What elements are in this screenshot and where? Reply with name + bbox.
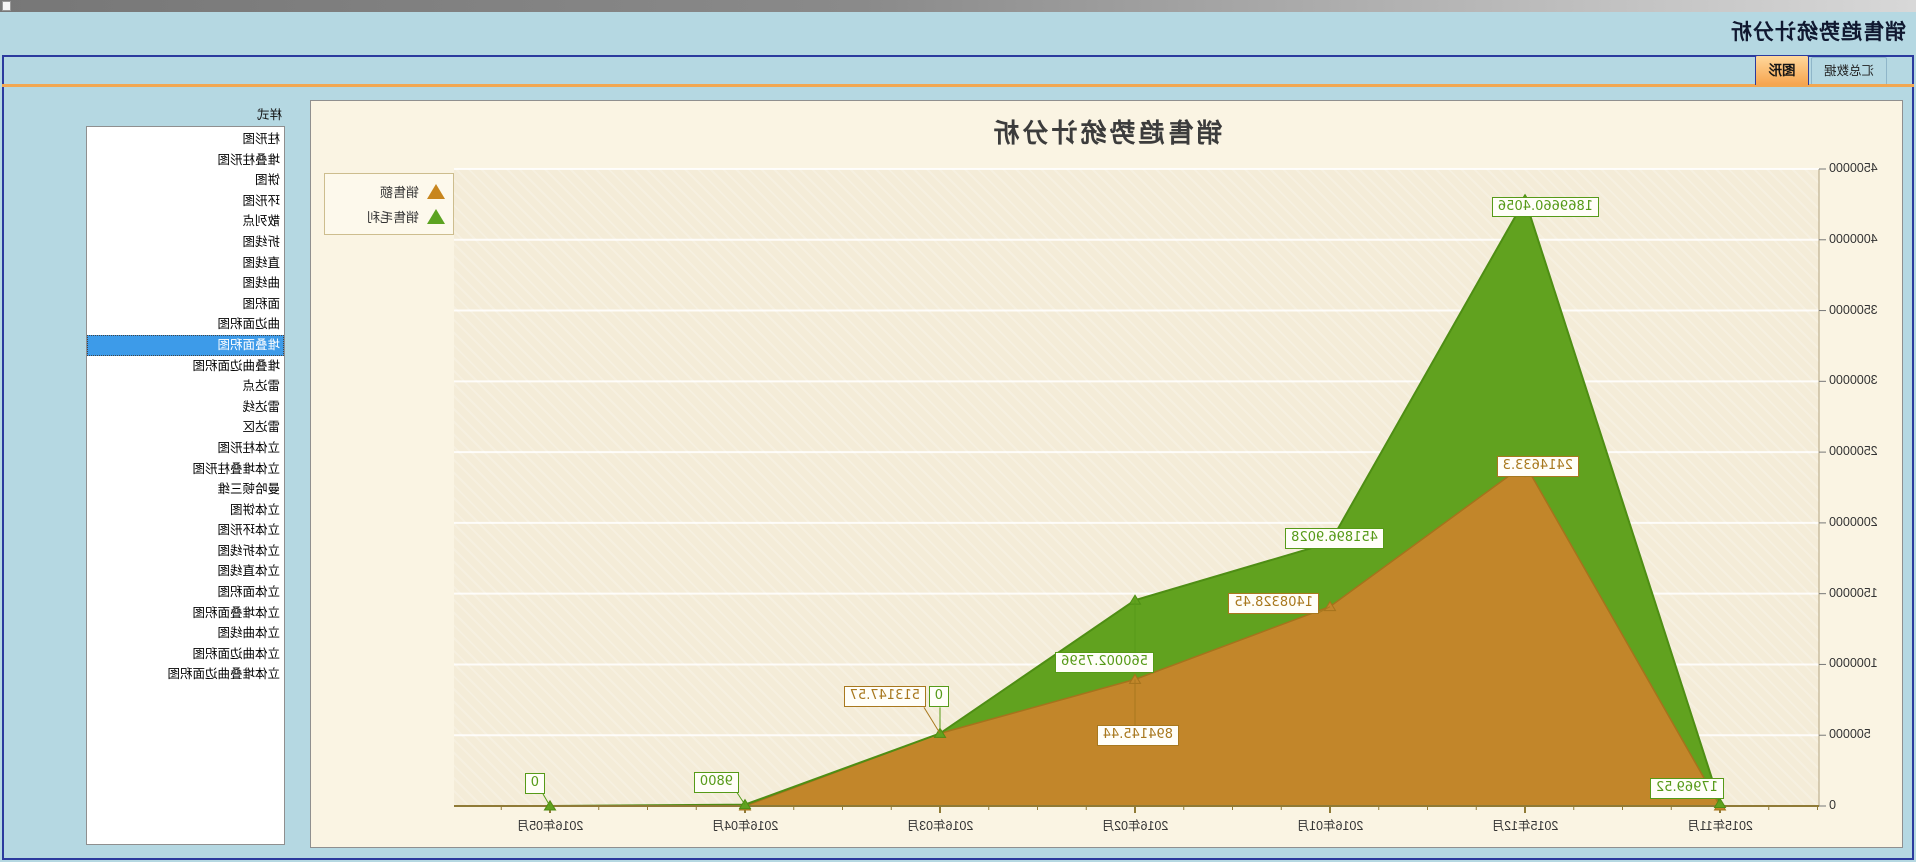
list-item-chart-style[interactable]: 立体堆叠曲边面积图: [87, 664, 284, 685]
data-label: 894145.44: [1097, 725, 1179, 746]
legend-label: 销售毛利: [367, 207, 419, 226]
list-item-chart-style[interactable]: 曼哈顿三维: [87, 479, 284, 500]
list-item-chart-style[interactable]: 雷达区: [87, 417, 284, 438]
list-item-chart-style[interactable]: 立体直线图: [87, 561, 284, 582]
list-item-chart-style[interactable]: 饼图: [87, 170, 284, 191]
data-label: 513147.57: [844, 686, 926, 707]
list-item-chart-style[interactable]: 立体曲边面积图: [87, 644, 284, 665]
window-title-strip: [0, 0, 1916, 12]
tab-chart[interactable]: 图形: [1755, 55, 1809, 85]
list-item-chart-style[interactable]: 立体饼图: [87, 500, 284, 521]
list-item-chart-style[interactable]: 曲线图: [87, 273, 284, 294]
x-axis-tick-label: 2016年02月: [1102, 815, 1169, 834]
data-label: 0: [929, 686, 949, 707]
y-axis-tick-label: 3500000: [1829, 303, 1899, 317]
list-item-chart-style[interactable]: 面积图: [87, 294, 284, 315]
y-axis-tick-label: 0: [1829, 798, 1899, 812]
list-item-chart-style[interactable]: 雷达线: [87, 397, 284, 418]
data-label: 560002.7596: [1055, 652, 1154, 673]
x-axis-tick-label: 2016年05月: [517, 815, 584, 834]
data-label: 17969.52: [1650, 778, 1724, 799]
app-window: 销售趋势统计分析 汇总数据 图形 销售趋势统计分析 销售额 销售毛利 17969…: [0, 0, 1916, 862]
list-item-chart-style[interactable]: 立体折线图: [87, 541, 284, 562]
list-item-chart-style[interactable]: 堆叠柱形图: [87, 150, 284, 171]
list-item-chart-style[interactable]: 折线图: [87, 232, 284, 253]
report-title: 销售趋势统计分析: [1730, 12, 1906, 54]
list-item-chart-style[interactable]: 立体环形图: [87, 520, 284, 541]
list-item-chart-style[interactable]: 雷达点: [87, 376, 284, 397]
x-axis-tick-label: 2016年04月: [712, 815, 779, 834]
chart-container: 销售趋势统计分析 销售额 销售毛利 17969.52 2414633.3 18696…: [310, 100, 1903, 848]
list-item-chart-style[interactable]: 立体堆叠柱形图: [87, 459, 284, 480]
tab-summary-data[interactable]: 汇总数据: [1811, 57, 1887, 84]
y-axis-tick-label: 3000000: [1829, 373, 1899, 387]
sidebar-header: 样式: [257, 104, 282, 123]
chart-title: 销售趋势统计分析: [311, 113, 1902, 150]
window-corner-button[interactable]: [2, 1, 11, 11]
data-label: 1869660.4056: [1492, 197, 1599, 218]
style-listbox[interactable]: 柱形图堆叠柱形图饼图环形图散列点折线图直线图曲线图面积图曲边面积图堆叠面积图堆叠…: [86, 126, 285, 845]
x-axis-tick-label: 2016年03月: [907, 815, 974, 834]
x-axis-tick-label: 2015年12月: [1492, 815, 1559, 834]
x-axis-tick-label: 2015年11月: [1687, 815, 1753, 834]
list-item-chart-style[interactable]: 环形图: [87, 191, 284, 212]
legend-item-gross-profit[interactable]: 销售毛利: [333, 204, 445, 229]
data-label: 451896.9028: [1285, 528, 1384, 549]
list-item-chart-style[interactable]: 柱形图: [87, 129, 284, 150]
legend-item-sales[interactable]: 销售额: [333, 179, 445, 204]
chart-legend: 销售额 销售毛利: [324, 173, 454, 235]
y-axis-tick-label: 1500000: [1829, 586, 1899, 600]
active-tab-underline: [2, 84, 1914, 87]
list-item-chart-style[interactable]: 堆叠曲边面积图: [87, 356, 284, 377]
data-label: 0: [525, 773, 545, 794]
y-axis-tick-label: 4500000: [1829, 161, 1899, 175]
report-title-bar: 销售趋势统计分析: [0, 12, 1916, 55]
list-item-chart-style[interactable]: 立体柱形图: [87, 438, 284, 459]
y-axis-tick-label: 4000000: [1829, 232, 1899, 246]
x-axis-tick-label: 2016年01月: [1297, 815, 1364, 834]
triangle-marker-icon: [427, 184, 445, 199]
list-item-chart-style[interactable]: 立体面积图: [87, 582, 284, 603]
list-item-chart-style[interactable]: 散列点: [87, 211, 284, 232]
list-item-chart-style[interactable]: 堆叠面积图: [87, 335, 284, 356]
y-axis-tick-label: 1000000: [1829, 656, 1899, 670]
list-item-chart-style[interactable]: 立体曲线图: [87, 623, 284, 644]
data-label: 1408328.45: [1228, 593, 1319, 614]
triangle-marker-icon: [427, 209, 445, 224]
list-item-chart-style[interactable]: 直线图: [87, 253, 284, 274]
data-label: 9800: [694, 772, 739, 793]
legend-label: 销售额: [380, 182, 419, 201]
data-label: 2414633.3: [1497, 456, 1579, 477]
list-item-chart-style[interactable]: 曲边面积图: [87, 314, 284, 335]
y-axis-tick-label: 2500000: [1829, 444, 1899, 458]
y-axis-tick-label: 500000: [1829, 727, 1899, 741]
plot-svg: [454, 169, 1819, 806]
plot-area: 17969.52 2414633.3 1869660.4056 1408328.45 4…: [454, 169, 1819, 806]
y-axis-tick-label: 2000000: [1829, 515, 1899, 529]
list-item-chart-style[interactable]: 立体堆叠面积图: [87, 603, 284, 624]
